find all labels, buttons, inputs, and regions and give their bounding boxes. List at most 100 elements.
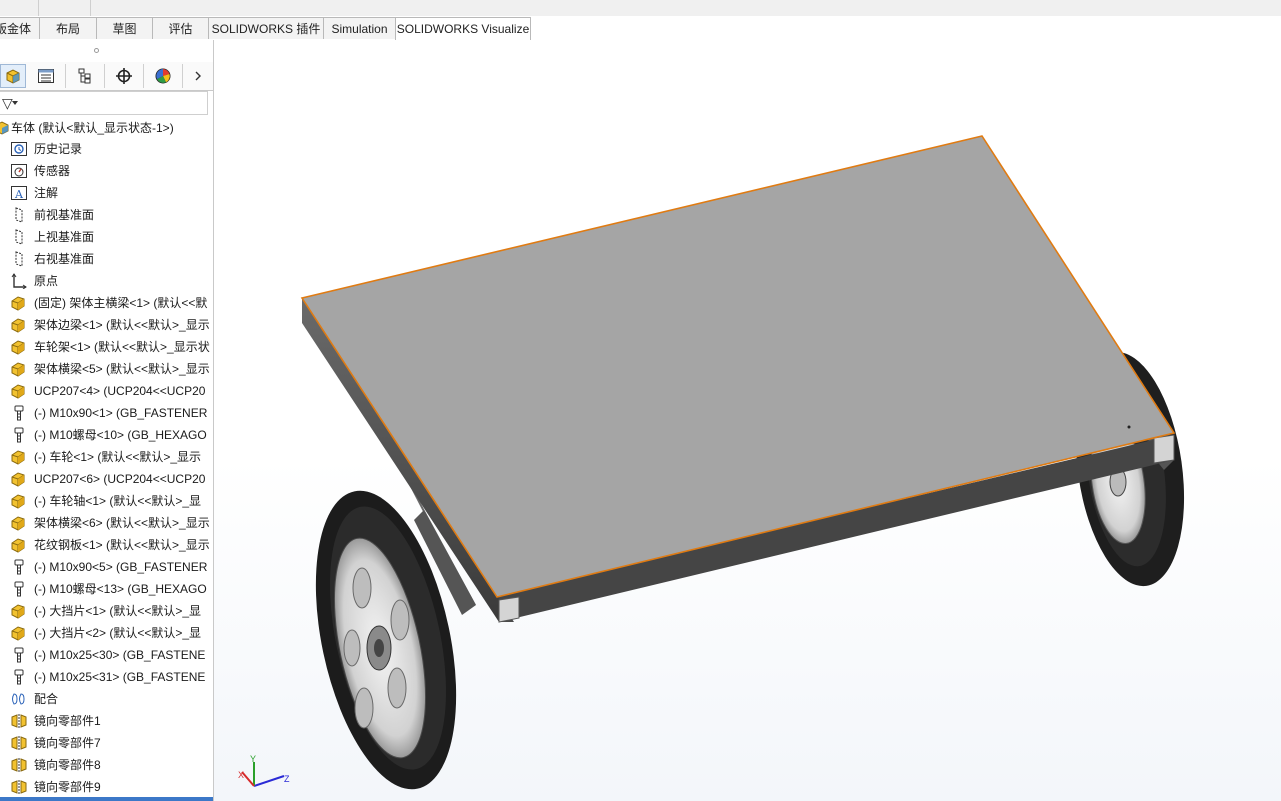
tree-item-label: 镜向零部件8 <box>34 758 101 772</box>
feature-manager-tree-tab[interactable] <box>0 64 26 88</box>
tree-item-label: (-) 大挡片<1> (默认<<默认>_显 <box>34 604 202 618</box>
configuration-manager-icon <box>78 68 91 84</box>
tree-item-label: 注解 <box>34 186 59 200</box>
tree-item-label: 历史记录 <box>34 142 83 156</box>
chevron-down-icon <box>12 101 18 105</box>
tab-solidworks-visualize[interactable]: SOLIDWORKS Visualize <box>395 17 531 40</box>
property-manager-tab[interactable] <box>27 64 66 88</box>
tab-solidworks-addins[interactable]: SOLIDWORKS 插件 <box>208 17 324 39</box>
tree-item-label: (-) M10x25<30> (GB_FASTENE <box>34 648 206 662</box>
triad-z-label: Z <box>284 774 290 784</box>
tree-item[interactable]: 传感器 <box>0 160 213 182</box>
tree-item[interactable]: 上视基准面 <box>0 226 213 248</box>
strip-divider <box>38 0 39 16</box>
tree-item[interactable]: 镜向零部件7 <box>0 732 213 754</box>
more-tabs-arrow[interactable] <box>183 64 213 88</box>
tab-layout[interactable]: 布局 <box>39 17 97 39</box>
tree-item[interactable]: (-) M10x25<30> (GB_FASTENE <box>0 644 213 666</box>
triad-y-label: Y <box>250 754 256 764</box>
title-strip <box>0 0 1281 17</box>
tree-item-label: 右视基准面 <box>34 252 95 266</box>
tree-item[interactable]: 架体横梁<5> (默认<<默认>_显示 <box>0 358 213 380</box>
tree-item[interactable]: (-) 大挡片<1> (默认<<默认>_显 <box>0 600 213 622</box>
part-icon <box>10 537 28 553</box>
tree-item-label: 上视基准面 <box>34 230 95 244</box>
tree-item[interactable]: (固定) 架体主横梁<1> (默认<<默 <box>0 292 213 314</box>
sensor-icon <box>10 163 28 179</box>
tree-item[interactable]: (-) M10x90<5> (GB_FASTENER <box>0 556 213 578</box>
tree-item[interactable]: (-) M10螺母<13> (GB_HEXAGO <box>0 578 213 600</box>
annotation-icon: A <box>10 185 28 201</box>
tab-sheet-metal[interactable]: 钣金体 <box>0 17 40 39</box>
tree-item[interactable]: 原点 <box>0 270 213 292</box>
dimxpert-manager-tab[interactable] <box>105 64 144 88</box>
mirror-component-icon <box>10 735 28 751</box>
tree-item[interactable]: (-) M10x90<1> (GB_FASTENER <box>0 402 213 424</box>
tree-item[interactable]: 镜向零部件9 <box>0 776 213 798</box>
tree-item[interactable]: 镜向零部件8 <box>0 754 213 776</box>
tree-item[interactable]: (-) M10螺母<10> (GB_HEXAGO <box>0 424 213 446</box>
part-icon <box>10 361 28 377</box>
tree-root-assembly[interactable]: 车体 (默认<默认_显示状态-1>) <box>0 118 174 138</box>
tree-item[interactable]: (-) 车轮<1> (默认<<默认>_显示 <box>0 446 213 468</box>
bolt-icon <box>10 405 28 421</box>
part-icon <box>10 515 28 531</box>
feature-tree: 历史记录传感器 A 注解前视基准面上视基准面右视基准面原点 (固定) 架体主横梁<1>… <box>0 138 213 798</box>
tree-filter[interactable]: ▽ <box>0 91 208 115</box>
tree-item-label: (-) M10螺母<13> (GB_HEXAGO <box>34 582 207 596</box>
tree-item[interactable]: UCP207<6> (UCP204<<UCP20 <box>0 468 213 490</box>
panel-resize-handle[interactable] <box>94 48 99 53</box>
tree-item-label: 车轮架<1> (默认<<默认>_显示状 <box>34 340 210 354</box>
tree-item[interactable]: 镜向零部件1 <box>0 710 213 732</box>
tree-item[interactable]: (-) M10x25<31> (GB_FASTENE <box>0 666 213 688</box>
tree-root-label: 车体 (默认<默认_显示状态-1>) <box>11 121 174 135</box>
tree-item[interactable]: (-) 大挡片<2> (默认<<默认>_显 <box>0 622 213 644</box>
feature-manager-panel: ▽ 车体 (默认<默认_显示状态-1>) 历史记录传感器 A 注解前视基准面上视基准… <box>0 40 214 801</box>
chevron-right-icon <box>195 71 201 81</box>
tree-item-label: (-) 车轮轴<1> (默认<<默认>_显 <box>34 494 202 508</box>
part-icon <box>10 603 28 619</box>
assembly-icon <box>0 121 9 135</box>
part-icon <box>10 449 28 465</box>
graphics-area[interactable]: Y Z X <box>214 40 1281 801</box>
tree-item[interactable]: 架体横梁<6> (默认<<默认>_显示 <box>0 512 213 534</box>
display-manager-icon <box>155 68 171 84</box>
tree-item[interactable]: 右视基准面 <box>0 248 213 270</box>
plane-icon <box>10 207 28 223</box>
feature-manager-tree-icon <box>6 69 20 84</box>
bolt-icon <box>10 669 28 685</box>
tree-item-label: 花纹钢板<1> (默认<<默认>_显示 <box>34 538 210 552</box>
tree-item[interactable]: UCP207<4> (UCP204<<UCP20 <box>0 380 213 402</box>
tree-item-label: 镜向零部件9 <box>34 780 101 794</box>
tree-item-label: UCP207<6> (UCP204<<UCP20 <box>34 472 206 486</box>
tree-item-label: 镜向零部件7 <box>34 736 101 750</box>
tree-item[interactable]: 配合 <box>0 688 213 710</box>
bolt-icon <box>10 647 28 663</box>
display-manager-tab[interactable] <box>144 64 183 88</box>
part-icon <box>10 317 28 333</box>
part-icon <box>10 625 28 641</box>
tree-item[interactable]: 架体边梁<1> (默认<<默认>_显示 <box>0 314 213 336</box>
tree-item-label: 配合 <box>34 692 59 706</box>
tree-item[interactable]: A 注解 <box>0 182 213 204</box>
part-icon <box>10 383 28 399</box>
tree-item[interactable]: 历史记录 <box>0 138 213 160</box>
tab-simulation[interactable]: Simulation <box>323 17 396 39</box>
part-icon <box>10 339 28 355</box>
tree-item-label: (-) M10x25<31> (GB_FASTENE <box>34 670 206 684</box>
tree-item[interactable]: 前视基准面 <box>0 204 213 226</box>
manager-tabs <box>0 62 213 91</box>
triad-x-label: X <box>238 770 244 780</box>
tree-item[interactable]: (-) 车轮轴<1> (默认<<默认>_显 <box>0 490 213 512</box>
tree-item[interactable]: 车轮架<1> (默认<<默认>_显示状 <box>0 336 213 358</box>
configuration-manager-tab[interactable] <box>66 64 105 88</box>
tree-item-label: 镜向零部件1 <box>34 714 101 728</box>
tree-item-label: 原点 <box>34 274 59 288</box>
tab-sketch[interactable]: 草图 <box>96 17 153 39</box>
tab-evaluate[interactable]: 评估 <box>152 17 209 39</box>
tree-item-label: 架体边梁<1> (默认<<默认>_显示 <box>34 318 210 332</box>
tree-item[interactable]: 花纹钢板<1> (默认<<默认>_显示 <box>0 534 213 556</box>
part-icon <box>10 295 28 311</box>
model-view[interactable]: Y Z X <box>214 40 1281 801</box>
tree-item-label: (-) 车轮<1> (默认<<默认>_显示 <box>34 450 202 464</box>
